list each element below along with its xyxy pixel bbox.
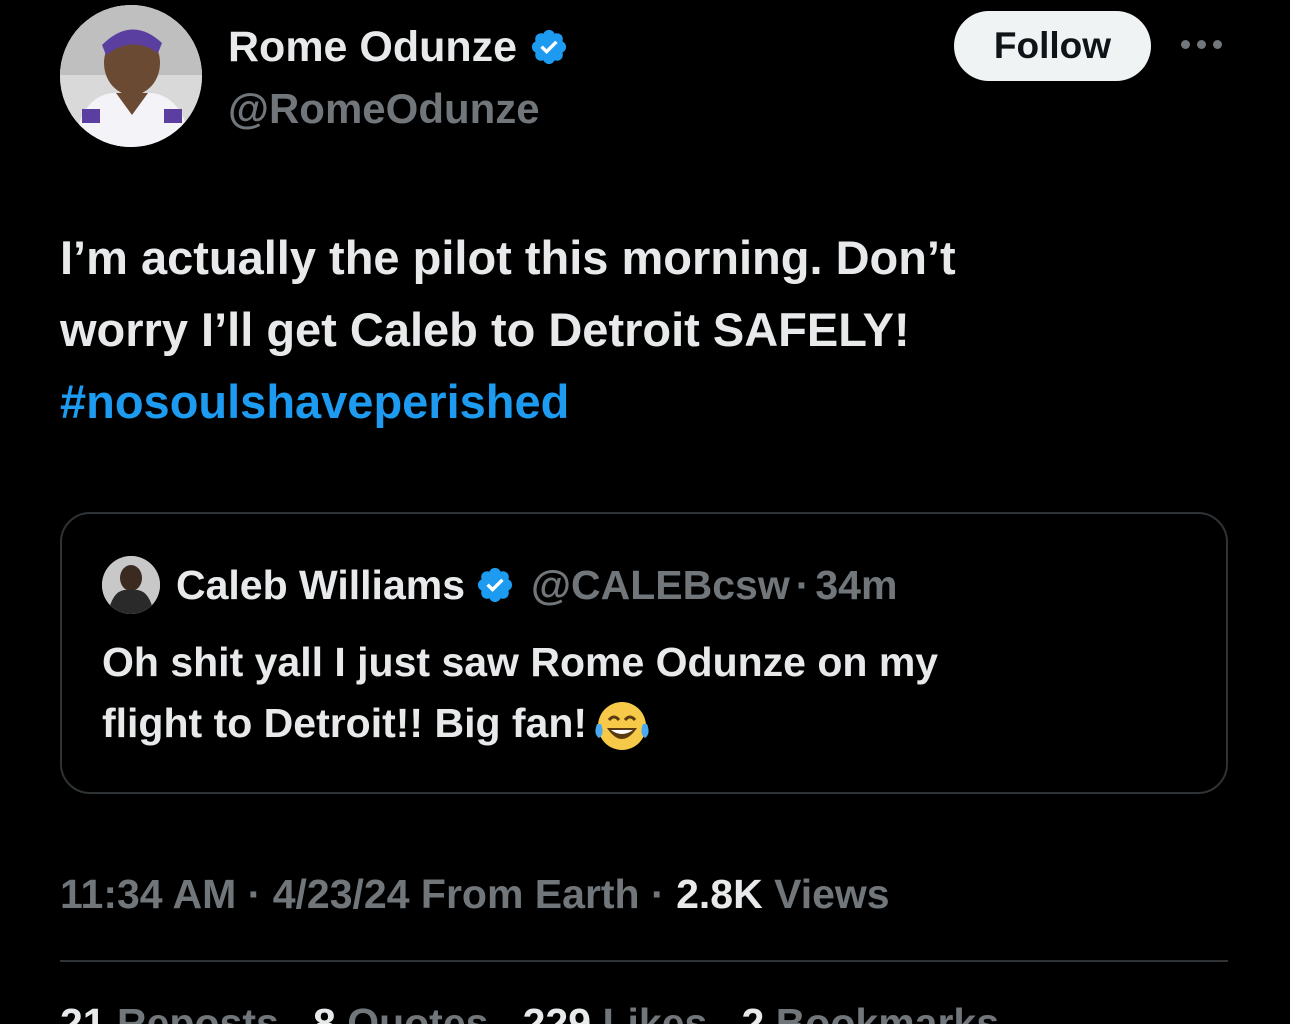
tweet-source: From Earth xyxy=(420,871,640,917)
hashtag-link[interactable]: #nosoulshaveperished xyxy=(60,366,1240,438)
quoted-tweet-card[interactable]: Caleb Williams @CALEBcsw · 34m Oh shit y… xyxy=(60,512,1228,794)
author-handle[interactable]: @RomeOdunze xyxy=(228,84,540,134)
tweet-meta: 11:34 AM · 4/23/24 From Earth · 2.8K Vie… xyxy=(60,866,890,922)
tweet-time[interactable]: 11:34 AM xyxy=(60,871,236,917)
quote-header: Caleb Williams @CALEBcsw · 34m xyxy=(102,556,897,614)
quotes-count: 8 xyxy=(312,1000,336,1024)
reposts-link[interactable]: 21 Reposts xyxy=(60,1000,279,1024)
quote-line: flight to Detroit!! Big fan! xyxy=(102,693,1182,754)
follow-button[interactable]: Follow xyxy=(954,11,1151,81)
quote-avatar[interactable] xyxy=(102,556,160,614)
quote-timestamp[interactable]: 34m xyxy=(815,557,897,613)
bookmarks-link[interactable]: 2 Bookmarks xyxy=(741,1000,999,1024)
tweet-text: I’m actually the pilot this morning. Don… xyxy=(60,222,1240,438)
likes-link[interactable]: 229 Likes xyxy=(523,1000,708,1024)
bookmarks-label: Bookmarks xyxy=(775,1000,1000,1024)
views-label: Views xyxy=(774,871,890,917)
divider xyxy=(60,960,1228,962)
quote-separator: · xyxy=(795,562,810,608)
more-dot xyxy=(1197,39,1206,49)
reposts-count: 21 xyxy=(60,1000,106,1024)
quote-avatar-image xyxy=(102,556,160,614)
quotes-link[interactable]: 8 Quotes xyxy=(313,1000,488,1024)
tweet-line: worry I’ll get Caleb to Detroit SAFELY! xyxy=(60,303,910,356)
quote-line: Oh shit yall I just saw Rome Odunze on m… xyxy=(102,639,939,685)
author-name-text: Rome Odunze xyxy=(228,23,518,71)
tweet-detail-page: Rome Odunze @RomeOdunze Follow I’m actua… xyxy=(0,0,1290,1024)
quotes-label: Quotes xyxy=(347,1000,489,1024)
meta-separator: · xyxy=(247,871,262,917)
author-avatar[interactable] xyxy=(60,5,202,147)
meta-separator: · xyxy=(651,871,665,917)
views-count: 2.8K xyxy=(676,871,763,917)
tears-of-joy-emoji-icon xyxy=(595,702,649,751)
engagement-stats: 21 Reposts 8 Quotes 229 Likes 2 Bookmark… xyxy=(60,995,999,1024)
more-dot xyxy=(1213,39,1222,49)
avatar-image xyxy=(60,5,202,147)
verified-badge-icon xyxy=(477,567,513,603)
quote-display-name[interactable]: Caleb Williams xyxy=(176,557,465,613)
likes-count: 229 xyxy=(522,1000,592,1024)
quote-text: Oh shit yall I just saw Rome Odunze on m… xyxy=(102,632,1182,754)
verified-badge-icon xyxy=(531,29,567,65)
bookmarks-count: 2 xyxy=(741,1000,765,1024)
tweet-date[interactable]: 4/23/24 xyxy=(273,871,410,917)
likes-label: Likes xyxy=(602,1000,708,1024)
reposts-label: Reposts xyxy=(117,1000,279,1024)
quote-handle[interactable]: @CALEBcsw xyxy=(531,557,790,613)
quote-line-text: flight to Detroit!! Big fan! xyxy=(102,700,588,746)
more-icon[interactable] xyxy=(1181,34,1227,54)
more-dot xyxy=(1181,39,1190,49)
author-display-name[interactable]: Rome Odunze xyxy=(228,22,569,72)
tweet-line: I’m actually the pilot this morning. Don… xyxy=(60,231,956,284)
